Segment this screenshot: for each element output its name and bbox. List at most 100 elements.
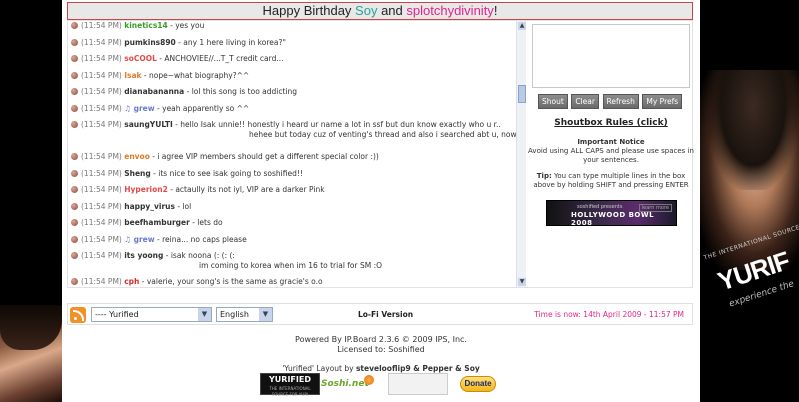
refresh-button[interactable]: Refresh: [602, 94, 639, 109]
shout-user[interactable]: Sheng: [124, 169, 151, 178]
shout-user[interactable]: Isak: [124, 71, 141, 80]
shout-text: - its nice to see isak going to soshifie…: [150, 168, 303, 178]
shout-row: (11:54 PM) kinetics14 - yes you: [70, 21, 516, 38]
shout-time: (11:54 PM): [81, 37, 122, 47]
clear-button[interactable]: Clear: [571, 94, 599, 109]
avatar-icon: [71, 121, 78, 128]
ad-more-button[interactable]: learn more: [638, 204, 672, 212]
avatar-icon: [71, 235, 78, 243]
avatar-icon: [71, 153, 78, 160]
shout-text: - any 1 here living in korea?": [175, 37, 286, 47]
shout-text: - actaully its not iyl, VIP are a darker…: [167, 185, 325, 194]
yurified-badge[interactable]: YURIFIED THE INTERNATIONAL SOURCE FOR YU…: [260, 373, 320, 397]
shout-text: - isak noona (: (: (:: [163, 251, 235, 260]
ad-title: HOLLYWOOD BOWL 2008: [571, 211, 655, 227]
shout-user[interactable]: soCOOL: [124, 54, 157, 63]
shout-user[interactable]: kinetics14: [124, 21, 168, 30]
banner-name-2: splotchydivinity: [406, 3, 494, 18]
scroll-up-icon[interactable]: ▲: [518, 22, 526, 30]
shoutbox-rules-link[interactable]: Shoutbox Rules (click): [528, 118, 694, 128]
language-select[interactable]: English ▼: [216, 307, 273, 322]
shout-text: - nope~what biography?^^: [141, 70, 250, 80]
shout-text: - yeah apparently so ^^: [154, 103, 250, 113]
shout-row: (11:54 PM) pumkins890 - any 1 here livin…: [70, 38, 516, 55]
shout-text: - yes you: [167, 21, 205, 30]
powered-by: Powered By IP.Board 2.3.6 © 2009 IPS, In…: [62, 335, 700, 355]
soshi-badge[interactable]: Soshi.net: [321, 373, 369, 395]
left-photo: [0, 305, 62, 402]
shout-text: - lol this song is too addicting: [184, 87, 298, 96]
blank-badge[interactable]: [388, 373, 448, 395]
notice-title: Important Notice: [577, 138, 645, 146]
left-art-strip: [0, 0, 62, 402]
skin-select-value: ---- Yurified: [95, 310, 139, 319]
avatar-icon: [71, 219, 78, 226]
scroll-thumb[interactable]: [518, 85, 526, 103]
avatar-icon: [71, 71, 78, 79]
tip-body: You can type multiple lines in the box a…: [533, 172, 689, 189]
shout-time: (11:54 PM): [81, 201, 122, 211]
shout-user[interactable]: envoo: [124, 152, 150, 161]
shout-time: (11:54 PM): [81, 218, 122, 227]
shout-row: (11:54 PM) Sheng - its nice to see isak …: [70, 169, 516, 186]
avatar-icon: [71, 252, 78, 259]
shout-time: (11:54 PM): [81, 21, 122, 30]
shout-text: - lets do: [189, 218, 223, 227]
shout-time: (11:54 PM): [81, 70, 122, 80]
shout-user[interactable]: beefhamburger: [124, 218, 190, 227]
skin-select[interactable]: ---- Yurified ▼: [91, 307, 212, 322]
shout-user[interactable]: dianabananna: [124, 87, 184, 96]
donate-button[interactable]: Donate: [460, 376, 496, 392]
shout-row: (11:54 PM) envoo - i agree VIP members s…: [70, 152, 516, 169]
rss-icon[interactable]: [70, 307, 86, 323]
important-notice: Important Notice Avoid using ALL CAPS an…: [528, 138, 694, 165]
layout-credit: 'Yurified' Layout by stevelooflip9 & Pep…: [62, 364, 700, 373]
banner-text: !: [493, 3, 498, 18]
shout-user[interactable]: saungYULTI: [124, 120, 173, 129]
current-time: Time is now: 14th April 2009 - 11:57 PM: [534, 310, 684, 319]
avatar-icon: [71, 169, 78, 177]
page: Happy Birthday Soy and splotchydivinity!…: [62, 0, 700, 402]
shout-text: - ANCHOVIEE//...T_T credit card...: [156, 54, 284, 63]
right-art-strip: THE INTERNATIONAL SOURCE FOR YURIF exper…: [700, 0, 799, 402]
banner-text: Happy Birthday: [262, 3, 356, 18]
shout-button[interactable]: Shout: [538, 94, 568, 109]
shout-user[interactable]: Hyperion2: [124, 185, 168, 194]
shout-text-continued: hehee but today cuz of venting's thread …: [249, 130, 516, 139]
shout-user[interactable]: happy_virus: [124, 202, 175, 211]
shout-row: (11:54 PM) ♫ grew - reina... no caps ple…: [70, 235, 516, 252]
footer-bar: ---- Yurified ▼ English ▼ Lo-Fi Version …: [67, 303, 693, 325]
yurified-badge-title: YURIFIED: [269, 375, 311, 384]
shout-user[interactable]: pumkins890: [124, 38, 176, 47]
shout-time: (11:54 PM): [81, 54, 122, 63]
hollywood-bowl-ad[interactable]: soshified presents HOLLYWOOD BOWL 2008 l…: [546, 200, 677, 227]
lofi-version-link[interactable]: Lo-Fi Version: [358, 310, 413, 319]
scroll-down-icon[interactable]: ▼: [518, 278, 526, 286]
shout-time: (11:54 PM): [81, 120, 122, 129]
my-prefs-button[interactable]: My Prefs: [642, 94, 683, 109]
shout-time: (11:54 PM): [81, 103, 122, 113]
tip-text: Tip: You can type multiple lines in the …: [528, 172, 694, 190]
shout-text: - i agree VIP members should get a diffe…: [149, 152, 379, 161]
shout-user[interactable]: cph: [124, 277, 139, 286]
shout-text: - reina... no caps please: [154, 234, 247, 244]
shout-user[interactable]: its yoong: [124, 251, 163, 260]
avatar-icon: [71, 55, 78, 62]
shout-user[interactable]: ♫ grew: [124, 104, 154, 113]
powered-by-line: Powered By IP.Board 2.3.6 © 2009 IPS, In…: [295, 335, 467, 344]
banner-name-1: Soy: [355, 3, 378, 18]
shout-row: (11:54 PM) its yoong - isak noona (: (: …: [70, 251, 516, 277]
avatar-icon: [71, 88, 78, 95]
shout-list: (11:54 PM) kinetics14 - yes you (11:54 PM…: [70, 21, 516, 287]
shout-input[interactable]: [532, 24, 690, 88]
shoutbox: (11:54 PM) kinetics14 - yes you (11:54 PM…: [67, 20, 694, 288]
chevron-down-icon: ▼: [259, 308, 272, 321]
shout-row: (11:54 PM) soCOOL - ANCHOVIEE//...T_T cr…: [70, 54, 516, 71]
shout-time: (11:54 PM): [81, 277, 122, 286]
shout-time: (11:54 PM): [81, 152, 122, 161]
shout-user[interactable]: ♫ grew: [124, 235, 154, 244]
shout-row: (11:54 PM) Hyperion2 - actaully its not …: [70, 185, 516, 202]
shout-row: (11:54 PM) cph - valerie, your song's is…: [70, 277, 516, 287]
shout-scrollbar[interactable]: ▲ ▼: [516, 21, 526, 287]
avatar-icon: [71, 38, 78, 46]
